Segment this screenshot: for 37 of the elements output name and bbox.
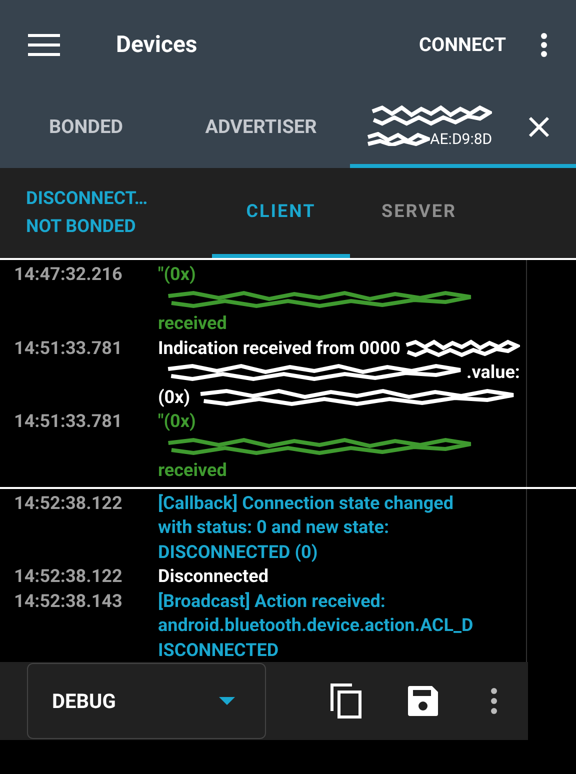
log-message: DISCONNECTED (0) bbox=[158, 540, 318, 564]
log-message: "(0x) bbox=[158, 263, 196, 287]
close-icon[interactable] bbox=[528, 116, 550, 138]
dropdown-caret-icon bbox=[219, 697, 235, 705]
log-message: Indication received from 0000 bbox=[158, 336, 400, 360]
log-message: [Broadcast] Action received: bbox=[158, 590, 386, 614]
log-message: with status: 0 and new state: bbox=[158, 516, 390, 540]
menu-icon[interactable] bbox=[28, 34, 60, 56]
log-time: 14:52:38.143 bbox=[13, 590, 124, 614]
log-time: 14:52:38.122 bbox=[13, 492, 124, 516]
log-message: (0x) bbox=[158, 386, 190, 410]
log-message: [Callback] Connection state changed bbox=[158, 492, 454, 516]
log-message: received bbox=[158, 459, 227, 483]
app-title: Devices bbox=[116, 30, 198, 60]
log-time: 14:47:32.216 bbox=[13, 263, 124, 287]
log-message: .value: bbox=[466, 361, 520, 385]
log-message: android.bluetooth.device.action.ACL_D bbox=[158, 614, 474, 638]
log-message: "(0x) bbox=[158, 410, 196, 434]
more-icon[interactable] bbox=[540, 32, 548, 58]
log-message: ISCONNECTED bbox=[158, 638, 279, 662]
log-time: 14:51:33.781 bbox=[13, 336, 124, 360]
copy-icon[interactable] bbox=[330, 683, 362, 719]
log-message: received bbox=[158, 312, 227, 336]
tab[interactable]: SERVER bbox=[350, 168, 488, 258]
log-message: Disconnected bbox=[158, 565, 268, 589]
more-icon[interactable] bbox=[490, 687, 498, 715]
tab[interactable]: ADVERTISER bbox=[172, 90, 350, 168]
log-time: 14:52:38.122 bbox=[13, 565, 124, 589]
tab[interactable]: BONDED bbox=[0, 90, 172, 168]
connection-status: DISCONNECT… bbox=[26, 187, 149, 211]
connection-status: NOT BONDED bbox=[26, 215, 137, 239]
redaction-scribble bbox=[366, 132, 430, 146]
log-time: 14:51:33.781 bbox=[13, 410, 124, 434]
log-level-dropdown[interactable]: DEBUG bbox=[27, 663, 266, 739]
device-address: AE:D9:8D bbox=[430, 128, 492, 150]
save-icon[interactable] bbox=[408, 686, 438, 716]
connect-button[interactable]: CONNECT bbox=[419, 30, 506, 60]
